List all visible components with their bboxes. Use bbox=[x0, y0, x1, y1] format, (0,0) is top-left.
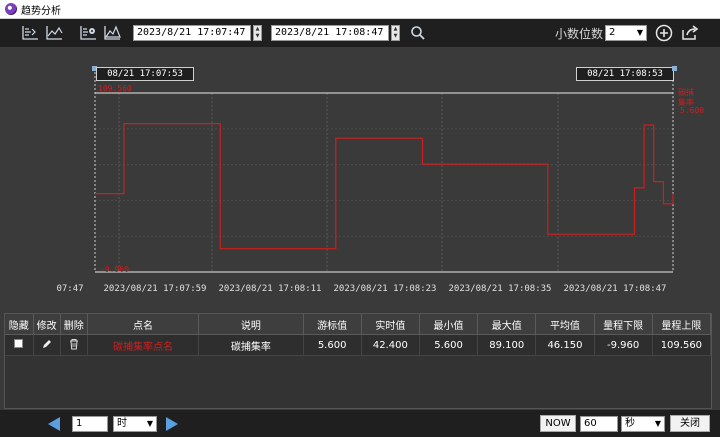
trend-chart[interactable]: 109.560 -9.960 碳捕 集率 5.600 07:47 2023/08/… bbox=[0, 47, 720, 309]
points-table: 隐藏 修改 删除 点名 说明 游标值 实时值 最小值 最大值 平均值 量程下限 … bbox=[4, 313, 712, 409]
chart-tool-icon[interactable] bbox=[20, 23, 40, 43]
mountain-chart-icon[interactable] bbox=[102, 23, 122, 43]
hide-checkbox-cell bbox=[5, 334, 34, 356]
x-tick-label: 2023/08/21 17:08:47 bbox=[564, 284, 667, 294]
x-tick-labels: 07:47 2023/08/21 17:07:59 2023/08/21 17:08… bbox=[56, 284, 666, 294]
range-low-cell: -9.960 bbox=[594, 334, 653, 356]
search-icon[interactable] bbox=[408, 23, 428, 43]
chevron-down-icon: ▼ bbox=[146, 419, 153, 428]
legend-series-name: 碳捕 集率 bbox=[678, 87, 697, 107]
realtime-value-cell: 42.400 bbox=[361, 334, 420, 356]
col-header-description[interactable]: 说明 bbox=[198, 314, 304, 335]
x-tick-label: 2023/08/21 17:08:35 bbox=[449, 284, 552, 294]
col-header-min[interactable]: 最小值 bbox=[419, 314, 479, 335]
decimal-places-select[interactable]: 2 ▼ bbox=[605, 25, 647, 41]
x-tick-label: 07:47 bbox=[56, 284, 83, 294]
close-button[interactable]: 关闭 bbox=[670, 415, 710, 432]
next-page-icon[interactable] bbox=[166, 417, 178, 431]
trash-icon[interactable] bbox=[69, 338, 79, 350]
max-value-cell: 89.100 bbox=[477, 334, 537, 356]
now-button[interactable]: NOW bbox=[540, 415, 576, 432]
chart-grid bbox=[95, 93, 674, 272]
pencil-icon[interactable] bbox=[41, 338, 53, 350]
col-header-max[interactable]: 最大值 bbox=[477, 314, 537, 335]
settings-chart-icon[interactable] bbox=[78, 23, 98, 43]
end-datetime-input[interactable]: 2023/8/21 17:08:47 bbox=[271, 25, 389, 41]
decimal-places-value: 2 bbox=[609, 27, 616, 38]
legend-series-value: 5.600 bbox=[680, 106, 704, 115]
cursor-value-cell: 5.600 bbox=[303, 334, 362, 356]
window-title: 趋势分析 bbox=[21, 5, 61, 17]
decimal-places-label: 小数位数 bbox=[555, 27, 604, 41]
line-chart-icon[interactable] bbox=[44, 23, 64, 43]
chevron-down-icon: ▼ bbox=[636, 28, 643, 37]
col-header-point-name[interactable]: 点名 bbox=[87, 314, 200, 335]
interval-unit-select[interactable]: 秒 ▼ bbox=[621, 416, 665, 432]
col-header-delete[interactable]: 删除 bbox=[60, 314, 88, 335]
cursor-start-label: 08/21 17:07:53 bbox=[96, 67, 194, 81]
avg-value-cell: 46.150 bbox=[535, 334, 595, 356]
y-top-label: 109.560 bbox=[98, 84, 132, 93]
toolbar: 2023/8/21 17:07:47 ▲ ▼ 2023/8/21 17:08:47… bbox=[0, 19, 720, 47]
min-value-cell: 5.600 bbox=[419, 334, 479, 356]
series-line-carbon-capture bbox=[95, 122, 674, 250]
step-input[interactable]: 1 bbox=[72, 416, 108, 432]
add-icon[interactable] bbox=[654, 23, 674, 43]
export-icon[interactable] bbox=[680, 23, 700, 43]
hide-checkbox[interactable] bbox=[14, 339, 24, 348]
x-tick-label: 2023/08/21 17:08:11 bbox=[219, 284, 322, 294]
interval-input[interactable]: 60 bbox=[580, 416, 618, 432]
bottom-bar: 1 时 ▼ NOW 60 秒 ▼ 关闭 bbox=[0, 410, 720, 437]
cursor-end-handle[interactable] bbox=[672, 66, 677, 71]
point-name-cell: 碳捕集率点名 bbox=[87, 334, 200, 356]
cursor-end-label: 08/21 17:08:53 bbox=[576, 67, 674, 81]
step-unit-value: 时 bbox=[117, 418, 127, 429]
table-header-row: 隐藏 修改 删除 点名 说明 游标值 实时值 最小值 最大值 平均值 量程下限 … bbox=[5, 314, 712, 335]
interval-unit-value: 秒 bbox=[625, 418, 635, 429]
x-tick-label: 2023/08/21 17:08:23 bbox=[334, 284, 437, 294]
app-icon bbox=[5, 3, 17, 15]
col-header-range-low[interactable]: 量程下限 bbox=[594, 314, 653, 335]
col-header-cursor-value[interactable]: 游标值 bbox=[303, 314, 362, 335]
col-header-realtime-value[interactable]: 实时值 bbox=[361, 314, 420, 335]
y-bottom-label: -9.960 bbox=[100, 265, 129, 274]
start-datetime-spinner[interactable]: ▲ ▼ bbox=[253, 25, 262, 41]
chevron-down-icon: ▼ bbox=[654, 419, 661, 428]
col-header-avg[interactable]: 平均值 bbox=[535, 314, 595, 335]
x-tick-label: 2023/08/21 17:07:59 bbox=[104, 284, 207, 294]
step-unit-select[interactable]: 时 ▼ bbox=[113, 416, 157, 432]
range-high-cell: 109.560 bbox=[652, 334, 712, 356]
legend-name-part-1: 碳捕 bbox=[678, 87, 694, 97]
description-cell: 碳捕集率 bbox=[198, 334, 304, 356]
end-datetime-spinner[interactable]: ▲ ▼ bbox=[391, 25, 400, 41]
col-header-edit[interactable]: 修改 bbox=[33, 314, 61, 335]
col-header-range-high[interactable]: 量程上限 bbox=[652, 314, 712, 335]
table-row[interactable]: 碳捕集率点名 碳捕集率 5.600 42.400 5.600 89.100 46… bbox=[5, 334, 712, 356]
prev-page-icon[interactable] bbox=[48, 417, 60, 431]
delete-cell bbox=[60, 334, 88, 356]
window-titlebar: 趋势分析 bbox=[0, 0, 720, 19]
col-header-hide[interactable]: 隐藏 bbox=[5, 314, 34, 335]
start-datetime-input[interactable]: 2023/8/21 17:07:47 bbox=[133, 25, 251, 41]
edit-cell bbox=[33, 334, 61, 356]
